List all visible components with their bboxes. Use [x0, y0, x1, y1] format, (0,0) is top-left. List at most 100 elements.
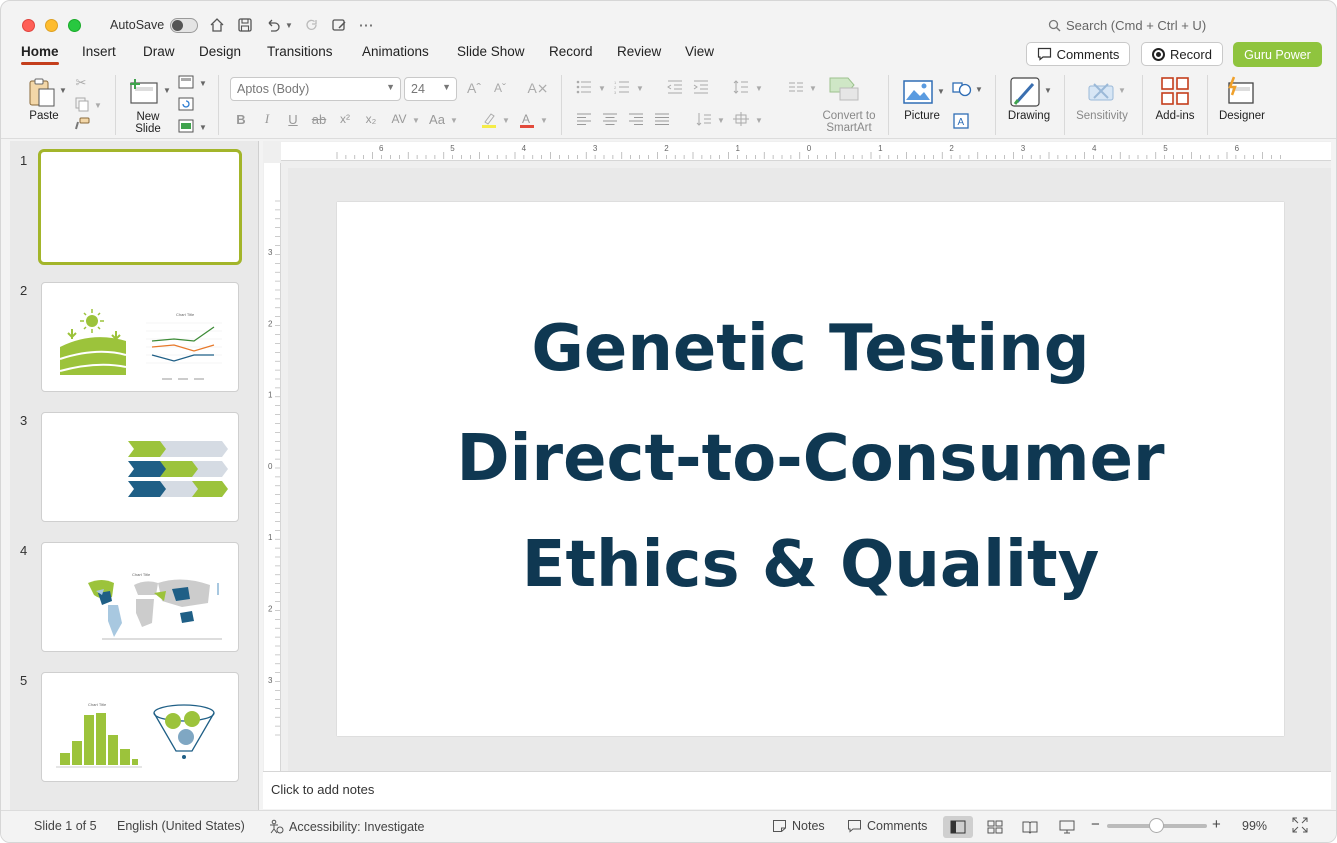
tab-design[interactable]: Design [199, 44, 241, 59]
highlight-dropdown-icon[interactable]: ▼ [501, 115, 511, 125]
text-direction-dropdown-icon[interactable]: ▼ [716, 115, 726, 125]
text-box-icon[interactable]: A [952, 112, 970, 130]
search-box[interactable]: Search (Cmd + Ctrl + U) [1048, 18, 1206, 33]
increase-indent-icon[interactable] [692, 79, 710, 95]
grow-font-icon[interactable]: Aˆ [464, 79, 484, 97]
home-icon[interactable] [207, 15, 227, 35]
tab-view[interactable]: View [685, 44, 714, 59]
cut-icon[interactable]: ✂ [73, 75, 89, 91]
undo-icon[interactable] [263, 15, 283, 35]
tab-review[interactable]: Review [617, 44, 661, 59]
notes-toggle[interactable]: Notes [772, 819, 825, 833]
zoom-window-button[interactable] [68, 19, 81, 32]
align-center-icon[interactable] [602, 111, 618, 127]
notes-pane[interactable]: Click to add notes [263, 771, 1331, 809]
decrease-indent-icon[interactable] [666, 79, 684, 95]
undo-dropdown-icon[interactable]: ▼ [282, 15, 296, 35]
current-slide[interactable]: Genetic Testing Direct-to-Consumer Ethic… [337, 202, 1284, 736]
thumbnail-slide-3[interactable] [41, 412, 239, 522]
columns-icon[interactable] [787, 79, 805, 95]
more-icon[interactable]: ⋯ [356, 15, 376, 35]
character-spacing-icon[interactable]: AV [388, 111, 410, 127]
superscript-icon[interactable]: x² [337, 111, 353, 127]
bullets-icon[interactable] [575, 79, 593, 95]
italic-icon[interactable]: I [259, 111, 275, 127]
slide-title-line-3[interactable]: Ethics & Quality [337, 528, 1284, 602]
language-indicator[interactable]: English (United States) [117, 819, 245, 833]
numbering-dropdown-icon[interactable]: ▼ [635, 83, 645, 93]
tab-record[interactable]: Record [549, 44, 593, 59]
drawing-dropdown-icon[interactable]: ▼ [1043, 85, 1053, 95]
normal-view-button[interactable] [943, 816, 973, 838]
align-left-icon[interactable] [576, 111, 592, 127]
copy-dropdown-icon[interactable]: ▼ [93, 100, 103, 110]
bullets-dropdown-icon[interactable]: ▼ [597, 83, 607, 93]
bold-icon[interactable]: B [233, 111, 249, 127]
strikethrough-icon[interactable]: ab [311, 111, 327, 127]
case-dropdown-icon[interactable]: ▼ [449, 115, 459, 125]
vertical-ruler[interactable]: 3 2 1 0 1 2 3 [264, 163, 281, 771]
zoom-level[interactable]: 99% [1242, 819, 1267, 833]
columns-dropdown-icon[interactable]: ▼ [808, 83, 818, 93]
tab-slide-show[interactable]: Slide Show [457, 44, 525, 59]
shrink-font-icon[interactable]: Aˇ [490, 79, 510, 97]
copy-icon[interactable] [73, 96, 91, 112]
section-dropdown-icon[interactable]: ▼ [198, 122, 208, 132]
thumbnail-slide-5[interactable]: Chart Title [41, 672, 239, 782]
tab-draw[interactable]: Draw [143, 44, 175, 59]
close-window-button[interactable] [22, 19, 35, 32]
underline-icon[interactable]: U [285, 111, 301, 127]
picture-dropdown-icon[interactable]: ▼ [936, 86, 946, 96]
font-color-dropdown-icon[interactable]: ▼ [539, 115, 549, 125]
zoom-out-icon[interactable]: − [1091, 816, 1100, 833]
text-direction-icon[interactable] [695, 111, 713, 127]
minimize-window-button[interactable] [45, 19, 58, 32]
smartart-icon[interactable] [827, 75, 861, 103]
tab-home[interactable]: Home [21, 44, 59, 65]
zoom-in-icon[interactable]: + [1212, 816, 1221, 833]
line-spacing-icon[interactable] [732, 79, 750, 95]
numbering-icon[interactable]: 123 [613, 79, 631, 95]
accessibility-status[interactable]: Accessibility: Investigate [268, 819, 424, 835]
picture-icon[interactable] [902, 78, 934, 106]
slide-sorter-button[interactable] [980, 816, 1010, 838]
save-icon[interactable] [235, 15, 255, 35]
line-spacing-dropdown-icon[interactable]: ▼ [754, 83, 764, 93]
subscript-icon[interactable]: x₂ [363, 111, 379, 127]
format-painter-icon[interactable] [73, 116, 91, 132]
tab-insert[interactable]: Insert [82, 44, 116, 59]
align-text-dropdown-icon[interactable]: ▼ [754, 115, 764, 125]
font-name-combo[interactable]: Aptos (Body) ▼ [230, 77, 401, 101]
reset-icon[interactable] [177, 96, 195, 112]
highlight-icon[interactable] [479, 111, 499, 129]
comments-toggle[interactable]: Comments [847, 819, 927, 833]
add-ins-icon[interactable] [1158, 75, 1192, 107]
align-text-icon[interactable] [732, 111, 750, 127]
clear-formatting-icon[interactable]: A⨯ [527, 79, 548, 97]
thumbnail-slide-4[interactable]: Chart Title [41, 542, 239, 652]
designer-icon[interactable] [1224, 74, 1258, 108]
change-case-icon[interactable]: Aa [426, 111, 448, 127]
slide-title-line-2[interactable]: Direct-to-Consumer [337, 422, 1284, 496]
shapes-dropdown-icon[interactable]: ▼ [974, 84, 984, 94]
shapes-icon[interactable] [951, 80, 973, 98]
align-right-icon[interactable] [628, 111, 644, 127]
new-slide-dropdown-icon[interactable]: ▼ [162, 85, 172, 95]
section-icon[interactable] [177, 118, 195, 134]
layout-icon[interactable] [177, 74, 195, 90]
slide-show-button[interactable] [1052, 816, 1082, 838]
justify-icon[interactable] [654, 111, 670, 127]
reading-view-button[interactable] [1015, 816, 1045, 838]
slide-title-line-1[interactable]: Genetic Testing [337, 312, 1284, 386]
thumbnail-slide-1[interactable] [38, 149, 242, 265]
horizontal-ruler[interactable]: 6 5 4 3 2 1 0 1 2 3 4 5 6 [281, 142, 1331, 161]
autosave-toggle[interactable] [170, 18, 198, 33]
font-size-combo[interactable]: 24 ▼ [404, 77, 457, 101]
paste-dropdown-icon[interactable]: ▼ [58, 85, 68, 95]
guru-power-button[interactable]: Guru Power [1233, 42, 1322, 67]
customize-icon[interactable] [329, 15, 349, 35]
fit-to-window-icon[interactable] [1292, 817, 1308, 833]
tab-animations[interactable]: Animations [362, 44, 429, 59]
new-slide-icon[interactable] [125, 75, 161, 109]
thumbnail-slide-2[interactable]: Chart Title [41, 282, 239, 392]
